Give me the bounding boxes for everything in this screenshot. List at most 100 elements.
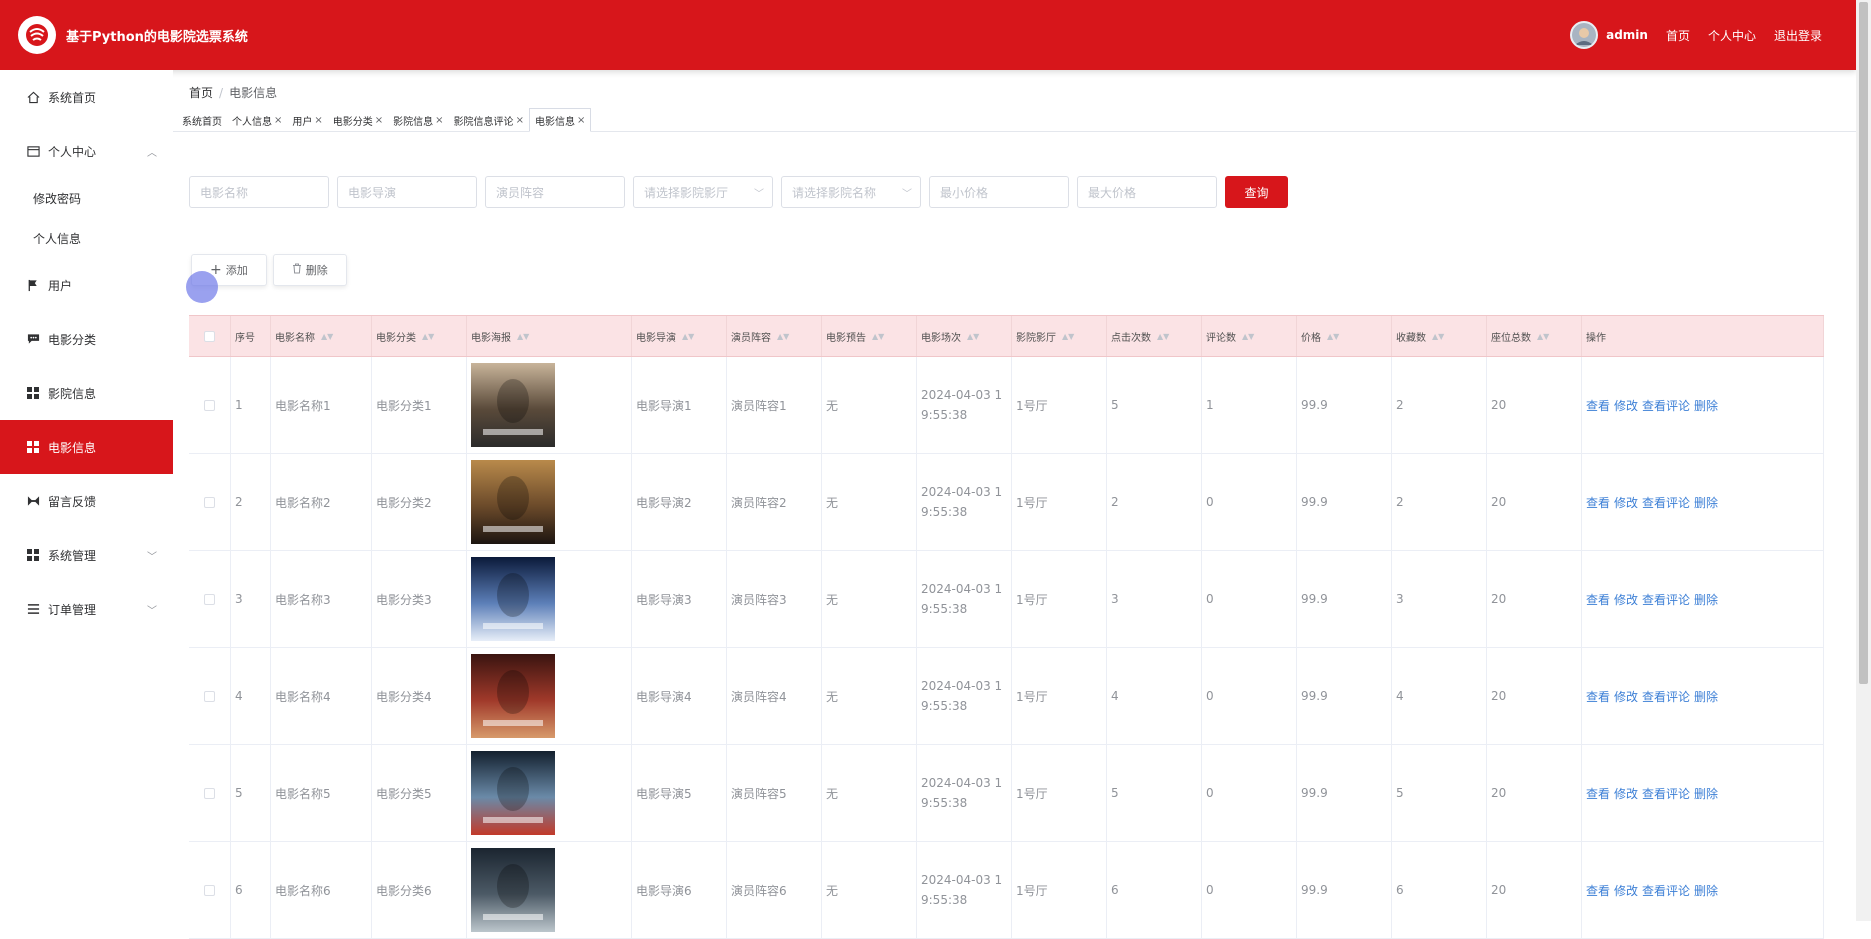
close-icon[interactable]: × (516, 115, 524, 126)
checkbox[interactable] (204, 399, 215, 411)
movie-poster-image[interactable] (471, 460, 555, 544)
checkbox[interactable] (204, 593, 215, 605)
close-icon[interactable]: × (274, 115, 282, 126)
row-checkbox[interactable] (189, 454, 231, 550)
sort-icon[interactable]: ▲▼ (1432, 332, 1444, 341)
edit-button[interactable]: 修改 (1614, 397, 1638, 414)
view-button[interactable]: 查看 (1586, 882, 1610, 899)
checkbox[interactable] (204, 690, 215, 702)
delete-row-button[interactable]: 删除 (1694, 591, 1718, 608)
delete-button[interactable]: 删除 (272, 254, 347, 286)
movie-poster-image[interactable] (471, 557, 555, 641)
edit-button[interactable]: 修改 (1614, 591, 1638, 608)
edit-button[interactable]: 修改 (1614, 688, 1638, 705)
tag-movie-info[interactable]: 电影信息 × (528, 108, 592, 132)
column-header[interactable]: 电影海报 ▲▼ (467, 316, 632, 356)
column-header[interactable]: 电影预告 ▲▼ (822, 316, 917, 356)
column-header[interactable]: 收藏数 ▲▼ (1392, 316, 1487, 356)
nav-logout-link[interactable]: 退出登录 (1774, 27, 1822, 44)
view-comments-button[interactable]: 查看评论 (1642, 397, 1690, 414)
column-header[interactable]: 评论数 ▲▼ (1202, 316, 1297, 356)
row-checkbox[interactable] (189, 551, 231, 647)
sort-icon[interactable]: ▲▼ (682, 332, 694, 341)
checkbox[interactable] (204, 330, 215, 342)
sort-icon[interactable]: ▲▼ (1327, 332, 1339, 341)
delete-row-button[interactable]: 删除 (1694, 882, 1718, 899)
checkbox[interactable] (204, 787, 215, 799)
edit-button[interactable]: 修改 (1614, 494, 1638, 511)
sidebar-item-home[interactable]: 系统首页 (0, 70, 173, 124)
sidebar-item-order-management[interactable]: 订单管理 ﹀ (0, 582, 173, 636)
sidebar-item-feedback[interactable]: 留言反馈 (0, 474, 173, 528)
breadcrumb-home[interactable]: 首页 (189, 86, 213, 100)
column-header[interactable]: 座位总数 ▲▼ (1487, 316, 1582, 356)
scrollbar-thumb[interactable] (1859, 2, 1868, 684)
delete-row-button[interactable]: 删除 (1694, 785, 1718, 802)
column-header[interactable]: 电影名称 ▲▼ (271, 316, 372, 356)
view-button[interactable]: 查看 (1586, 785, 1610, 802)
sort-icon[interactable]: ▲▼ (422, 332, 434, 341)
sort-icon[interactable]: ▲▼ (967, 332, 979, 341)
sidebar-subitem-change-password[interactable]: 修改密码 (0, 178, 173, 218)
sort-icon[interactable]: ▲▼ (1537, 332, 1549, 341)
column-header[interactable]: 演员阵容 ▲▼ (727, 316, 822, 356)
sidebar-item-movie-category[interactable]: 电影分类 (0, 312, 173, 366)
nav-home-link[interactable]: 首页 (1666, 27, 1690, 44)
tag-users[interactable]: 用户 × (287, 109, 327, 131)
sort-icon[interactable]: ▲▼ (1062, 332, 1074, 341)
row-checkbox[interactable] (189, 745, 231, 841)
edit-button[interactable]: 修改 (1614, 882, 1638, 899)
view-comments-button[interactable]: 查看评论 (1642, 688, 1690, 705)
user-info[interactable]: admin (1570, 21, 1648, 49)
view-button[interactable]: 查看 (1586, 591, 1610, 608)
sort-icon[interactable]: ▲▼ (517, 332, 529, 341)
select-all-checkbox[interactable] (189, 316, 231, 356)
hall-select[interactable]: 请选择影院影厅 ﹀ (633, 176, 773, 208)
close-icon[interactable]: × (314, 115, 322, 126)
view-comments-button[interactable]: 查看评论 (1642, 494, 1690, 511)
tag-personal-info[interactable]: 个人信息 × (227, 109, 287, 131)
tag-cinema-info[interactable]: 影院信息 × (388, 109, 448, 131)
close-icon[interactable]: × (375, 115, 383, 126)
row-checkbox[interactable] (189, 357, 231, 453)
sidebar-item-movie-info[interactable]: 电影信息 (0, 420, 173, 474)
column-header[interactable]: 价格 ▲▼ (1297, 316, 1392, 356)
checkbox[interactable] (204, 496, 215, 508)
view-button[interactable]: 查看 (1586, 397, 1610, 414)
sidebar-item-users[interactable]: 用户 (0, 258, 173, 312)
movie-poster-image[interactable] (471, 848, 555, 932)
movie-name-input[interactable]: 电影名称 (189, 176, 329, 208)
nav-profile-link[interactable]: 个人中心 (1708, 27, 1756, 44)
movie-director-input[interactable]: 电影导演 (337, 176, 477, 208)
movie-poster-image[interactable] (471, 363, 555, 447)
tag-cinema-comment[interactable]: 影院信息评论 × (449, 109, 529, 131)
delete-row-button[interactable]: 删除 (1694, 397, 1718, 414)
view-comments-button[interactable]: 查看评论 (1642, 882, 1690, 899)
sidebar-item-personal-center[interactable]: 个人中心 ︿ (0, 124, 173, 178)
max-price-input[interactable]: 最大价格 (1077, 176, 1217, 208)
view-button[interactable]: 查看 (1586, 494, 1610, 511)
column-header[interactable]: 电影分类 ▲▼ (372, 316, 467, 356)
close-icon[interactable]: × (577, 115, 585, 126)
checkbox[interactable] (204, 884, 215, 896)
row-checkbox[interactable] (189, 842, 231, 938)
sort-icon[interactable]: ▲▼ (321, 332, 333, 341)
cinema-name-select[interactable]: 请选择影院名称 ﹀ (781, 176, 921, 208)
column-header[interactable]: 电影场次 ▲▼ (917, 316, 1012, 356)
edit-button[interactable]: 修改 (1614, 785, 1638, 802)
movie-poster-image[interactable] (471, 751, 555, 835)
delete-row-button[interactable]: 删除 (1694, 688, 1718, 705)
query-button[interactable]: 查询 (1225, 176, 1288, 208)
sidebar-item-cinema-info[interactable]: 影院信息 (0, 366, 173, 420)
movie-poster-image[interactable] (471, 654, 555, 738)
sort-icon[interactable]: ▲▼ (1242, 332, 1254, 341)
sidebar-subitem-personal-info[interactable]: 个人信息 (0, 218, 173, 258)
view-comments-button[interactable]: 查看评论 (1642, 591, 1690, 608)
sort-icon[interactable]: ▲▼ (1157, 332, 1169, 341)
close-icon[interactable]: × (435, 115, 443, 126)
delete-row-button[interactable]: 删除 (1694, 494, 1718, 511)
view-comments-button[interactable]: 查看评论 (1642, 785, 1690, 802)
column-header[interactable]: 点击次数 ▲▼ (1107, 316, 1202, 356)
tag-system-home[interactable]: 系统首页 (177, 109, 227, 131)
min-price-input[interactable]: 最小价格 (929, 176, 1069, 208)
